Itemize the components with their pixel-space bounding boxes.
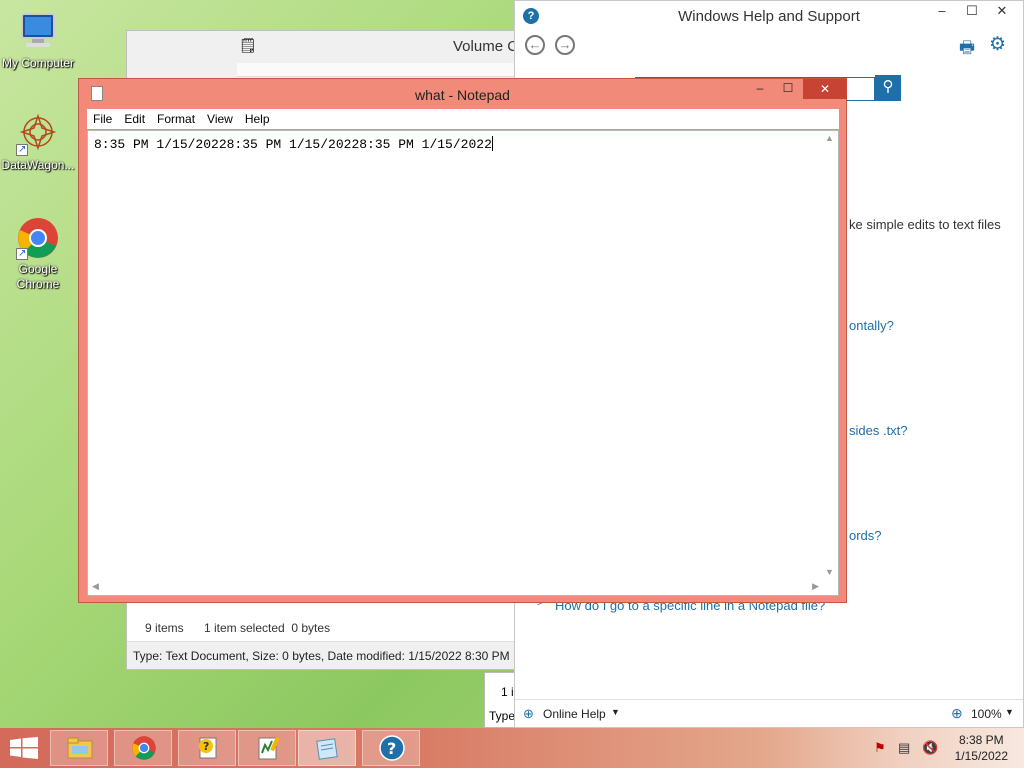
notepad-plus-icon xyxy=(255,735,281,761)
maximize-button[interactable]: ☐ xyxy=(775,81,801,99)
notepad-window[interactable]: what - Notepad – ☐ ✕ File Edit Format View H… xyxy=(78,78,847,603)
chrome-icon xyxy=(131,735,157,761)
svg-text:?: ? xyxy=(387,739,396,758)
scroll-right-arrow-icon[interactable]: ▶ xyxy=(812,581,819,592)
horizontal-scrollbar[interactable]: ◀ ▶ xyxy=(88,578,823,595)
scroll-down-arrow-icon[interactable]: ▼ xyxy=(825,567,834,577)
vertical-scrollbar[interactable]: ▲ ▼ xyxy=(821,131,838,579)
notepad-content: 8:35 PM 1/15/20228:35 PM 1/15/20228:35 P… xyxy=(94,136,493,152)
volume-muted-icon[interactable]: 🔇 xyxy=(922,740,938,756)
help-bottom-bar: ⊕ Online Help ▼ ⊕ 100% ▼ xyxy=(515,699,1023,727)
taskbar-file-explorer[interactable] xyxy=(50,730,108,766)
menu-help[interactable]: Help xyxy=(239,109,276,129)
search-icon[interactable]: ⚲ xyxy=(875,75,901,101)
taskbar-notepad-plus[interactable] xyxy=(238,730,296,766)
svg-text:?: ? xyxy=(203,740,209,753)
notepad-content-text: 8:35 PM 1/15/20228:35 PM 1/15/20228:35 P… xyxy=(94,137,492,152)
notepad-menubar: File Edit Format View Help xyxy=(87,109,839,129)
menu-edit[interactable]: Edit xyxy=(118,109,151,129)
file-explorer-icon xyxy=(67,735,93,761)
network-icon[interactable]: ▤ xyxy=(898,740,910,756)
forward-button[interactable]: → xyxy=(555,35,575,55)
menu-file[interactable]: File xyxy=(87,109,118,129)
help-titlebar: ? Windows Help and Support – ☐ ✕ xyxy=(515,1,1023,31)
notepad-text-area[interactable]: 8:35 PM 1/15/20228:35 PM 1/15/20228:35 P… xyxy=(87,130,839,596)
close-button[interactable]: ✕ xyxy=(987,1,1017,23)
back-button[interactable]: ← xyxy=(525,35,545,55)
help-text-fragment: ke simple edits to text files xyxy=(849,217,1001,232)
taskbar-chrome[interactable] xyxy=(114,730,172,766)
zoom-icon[interactable]: ⊕ xyxy=(951,705,963,722)
taskbar-help-document[interactable]: ? xyxy=(178,730,236,766)
desktop-icon-my-computer[interactable]: My Computer xyxy=(0,10,76,71)
menu-view[interactable]: View xyxy=(201,109,239,129)
chrome-icon xyxy=(16,216,60,261)
zoom-level[interactable]: 100% xyxy=(971,707,1002,721)
explorer-statusbar: 9 items 1 item selected 0 bytes xyxy=(127,615,515,641)
chevron-down-icon[interactable]: ▼ xyxy=(611,707,620,717)
menu-format[interactable]: Format xyxy=(151,109,201,129)
start-windows-icon[interactable] xyxy=(10,737,38,759)
scroll-up-arrow-icon[interactable]: ▲ xyxy=(825,133,834,143)
status-item-count: 9 items xyxy=(145,621,184,635)
notepad-icon xyxy=(315,735,341,761)
taskbar-notepad[interactable] xyxy=(298,730,356,766)
clock-time: 8:38 PM xyxy=(958,733,1004,747)
help-link-fragment[interactable]: sides .txt? xyxy=(849,423,908,438)
status-selection: 1 item selected 0 bytes xyxy=(204,621,331,635)
help-link-fragment[interactable]: ords? xyxy=(849,528,882,543)
computer-icon xyxy=(16,10,60,54)
online-help-dropdown[interactable]: Online Help xyxy=(543,707,606,721)
close-button[interactable]: ✕ xyxy=(803,79,847,99)
taskbar-help-support[interactable]: ? xyxy=(362,730,420,766)
shortcut-arrow-icon xyxy=(16,246,28,261)
explorer-window-icon: 🗒 xyxy=(239,37,257,53)
explorer-details-bar: Type: Text Document, Size: 0 bytes, Date… xyxy=(127,641,515,669)
notepad-title: what - Notepad xyxy=(415,87,510,103)
desktop-icon-datawagon[interactable]: DataWagon... xyxy=(0,112,76,173)
partial-text: 1 i xyxy=(501,685,514,699)
maximize-button[interactable]: ☐ xyxy=(957,1,987,23)
scroll-left-arrow-icon[interactable]: ◀ xyxy=(92,581,99,592)
clock-date: 1/15/2022 xyxy=(954,749,1008,763)
minimize-button[interactable]: – xyxy=(747,81,773,99)
desktop-icon-label: Google Chrome xyxy=(16,262,60,291)
partial-text: Type xyxy=(489,709,516,723)
action-center-flag-icon[interactable]: ⚑ xyxy=(874,740,886,756)
chevron-down-icon[interactable]: ▼ xyxy=(1005,707,1014,717)
desktop-icon-label: DataWagon... xyxy=(1,158,75,172)
desktop-icon-google-chrome[interactable]: Google Chrome xyxy=(0,216,76,292)
notepad-titlebar: what - Notepad – ☐ ✕ xyxy=(79,79,847,107)
online-help-icon: ⊕ xyxy=(523,706,534,721)
desktop-icon-label: My Computer xyxy=(1,56,75,70)
settings-gear-icon[interactable]: ⚙ xyxy=(989,33,1006,56)
help-icon: ? xyxy=(379,735,405,761)
shortcut-arrow-icon xyxy=(16,142,28,157)
help-link-fragment[interactable]: ontally? xyxy=(849,318,894,333)
text-caret xyxy=(491,136,493,151)
explorer-title: Volume C xyxy=(453,38,519,55)
minimize-button[interactable]: – xyxy=(927,1,957,23)
help-doc-icon: ? xyxy=(195,735,221,761)
print-icon[interactable]: 🖶 xyxy=(959,35,975,64)
datawagon-icon xyxy=(16,112,60,157)
explorer-toolbar xyxy=(237,63,517,77)
details-text: Type: Text Document, Size: 0 bytes, Date… xyxy=(133,649,510,663)
taskbar: ? ? ⚑ ▤ 🔇 8:38 PM 1/15/2022 xyxy=(0,728,1024,768)
system-clock[interactable]: 8:38 PM 1/15/2022 xyxy=(955,732,1008,764)
